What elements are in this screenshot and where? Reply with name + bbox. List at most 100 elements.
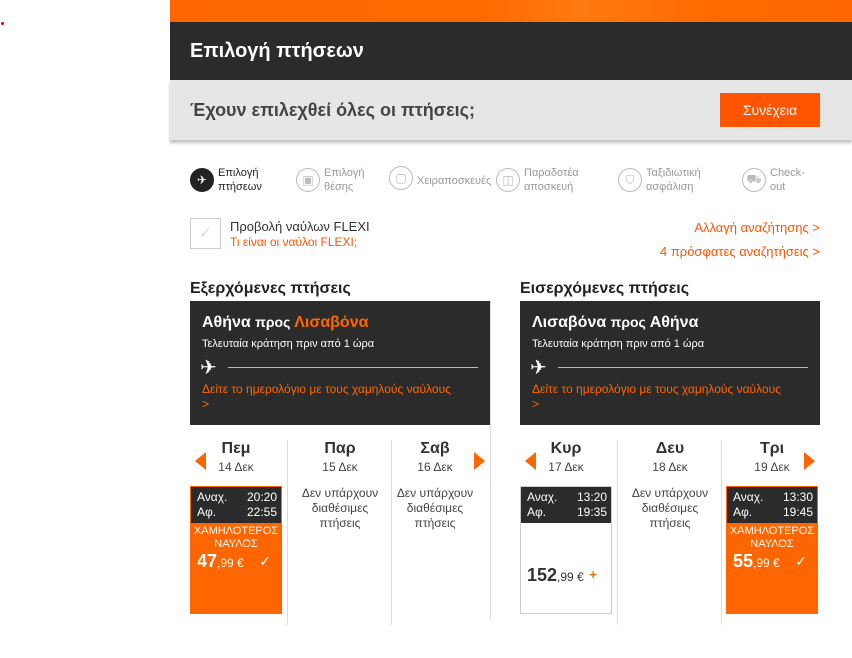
step-label: Check- bbox=[770, 167, 805, 179]
column-divider bbox=[490, 300, 491, 620]
day-date: 16 Δεκ bbox=[417, 460, 453, 474]
calendar-link-text: Δείτε το ημερολόγιο με τους χαμηλούς ναύ… bbox=[202, 382, 451, 396]
step-checkout[interactable]: ⛟ Check-out bbox=[742, 166, 805, 194]
day-date: 15 Δεκ bbox=[322, 460, 358, 474]
outbound-days: Πεμ 14 Δεκ Αναχ. 20:20 Αφ. 22:55 ΧΑΜΗΛΟΤΕΡ… bbox=[190, 440, 490, 625]
day-column: Δευ 18 Δεκ Δεν υπάρχουν διαθέσιμες πτήσε… bbox=[624, 440, 716, 620]
step-label: Επιλογή bbox=[218, 167, 259, 179]
booking-steps: ✈ Επιλογή πτήσεων ▣ Επιλογή θέσης ▢ Χειραπ… bbox=[190, 166, 830, 198]
departure-label: Αναχ. bbox=[197, 490, 228, 504]
bag-icon: ▢ bbox=[389, 166, 413, 190]
day-date: 14 Δεκ bbox=[218, 460, 254, 474]
recent-searches-link[interactable]: 4 πρόσφατες αναζητήσεις > bbox=[660, 244, 820, 259]
route-line bbox=[558, 367, 808, 368]
flight-times: Αναχ. 13:20 Αφ. 19:35 bbox=[521, 487, 611, 523]
day-divider bbox=[287, 440, 288, 625]
step-cabin-bags[interactable]: ▢ Χειραποσκευές bbox=[389, 166, 492, 190]
price-integer: 55 bbox=[733, 551, 754, 571]
flight-card[interactable]: Αναχ. 13:20 Αφ. 19:35 152,99 € + bbox=[520, 486, 612, 614]
page-title: Επιλογή πτήσεων bbox=[190, 40, 364, 62]
confirm-bar: Έχουν επιλεχθεί όλες οι πτήσεις; Συνέχει… bbox=[170, 80, 852, 140]
arrival-label: Αφ. bbox=[197, 505, 217, 519]
low-fare-calendar-link[interactable]: Δείτε το ημερολόγιο με τους χαμηλούς ναύ… bbox=[202, 382, 487, 412]
checkmark-icon: ✓ bbox=[259, 553, 271, 569]
flexi-checkbox[interactable]: ✓ bbox=[190, 218, 221, 249]
seat-icon: ▣ bbox=[296, 168, 320, 192]
arrival-label: Αφ. bbox=[733, 505, 753, 519]
outbound-route-box: Αθήνα προς Λισαβόνα Τελευταία κράτηση πρ… bbox=[190, 301, 490, 425]
step-label: ασφάλιση bbox=[646, 181, 694, 193]
step-label: Χειραποσκευές bbox=[417, 175, 492, 187]
inbound-days: Κυρ 17 Δεκ Αναχ. 13:20 Αφ. 19:35 152,99 € … bbox=[520, 440, 820, 625]
fare-price: 55,99 € bbox=[733, 551, 780, 572]
day-name: Παρ bbox=[324, 440, 356, 457]
price-decimal: ,99 € bbox=[217, 556, 244, 570]
calendar-link-text: Δείτε το ημερολόγιο με τους χαμηλούς ναύ… bbox=[532, 382, 781, 396]
outbound-column: Εξερχόμενες πτήσεις Αθήνα προς Λισαβόνα … bbox=[190, 280, 490, 625]
day-name: Κυρ bbox=[550, 440, 582, 457]
low-fare-calendar-link[interactable]: Δείτε το ημερολόγιο με τους χαμηλούς ναύ… bbox=[532, 382, 817, 412]
step-label: out bbox=[770, 181, 786, 193]
flight-card-selected[interactable]: Αναχ. 20:20 Αφ. 22:55 ΧΑΜΗΛΟΤΕΡΟΣ ΝΑΥΛΟΣ 4… bbox=[190, 486, 282, 614]
outbound-heading: Εξερχόμενες πτήσεις bbox=[190, 280, 351, 297]
last-booking-text: Τελευταία κράτηση πριν από 1 ώρα bbox=[202, 338, 375, 350]
add-fare-icon[interactable]: + bbox=[589, 567, 597, 582]
fare-price: 152,99 € bbox=[527, 565, 584, 586]
day-name: Σαβ bbox=[420, 440, 450, 457]
day-date: 19 Δεκ bbox=[754, 460, 790, 474]
step-label: πτήσεων bbox=[218, 181, 262, 193]
route-title: Αθήνα προς Λισαβόνα bbox=[202, 314, 368, 332]
flight-selection-panel: Επιλογή πτήσεων Έχουν επιλεχθεί όλες οι … bbox=[170, 0, 852, 658]
flight-card-selected[interactable]: Αναχ. 13:30 Αφ. 19:45 ΧΑΜΗΛΟΤΕΡΟΣ ΝΑΥΛΟΣ 5… bbox=[726, 486, 818, 614]
route-title: Λισαβόνα προς Αθήνα bbox=[532, 314, 698, 332]
checkmark-icon: ✓ bbox=[795, 553, 807, 569]
lowest-fare-label: ΧΑΜΗΛΟΤΕΡΟΣ ΝΑΥΛΟΣ bbox=[193, 525, 279, 550]
day-divider bbox=[617, 440, 618, 625]
flexi-label: Προβολή ναύλων FLEXI bbox=[230, 219, 370, 234]
plane-icon: ✈ bbox=[530, 357, 547, 379]
step-flights[interactable]: ✈ Επιλογή πτήσεων bbox=[190, 166, 262, 194]
route-to: προς bbox=[610, 314, 646, 330]
top-banner bbox=[170, 0, 852, 22]
step-label: θέσης bbox=[324, 181, 354, 193]
departure-label: Αναχ. bbox=[733, 490, 764, 504]
page-marker-dot bbox=[1, 22, 4, 25]
step-label: Επιλογή bbox=[324, 167, 365, 179]
title-bar: Επιλογή πτήσεων bbox=[170, 22, 852, 80]
inbound-column: Εισερχόμενες πτήσεις Λισαβόνα προς Αθήνα… bbox=[520, 280, 820, 625]
arrival-time: 22:55 bbox=[246, 505, 277, 519]
day-divider bbox=[721, 440, 722, 625]
no-flights-text: Δεν υπάρχουν διαθέσιμες πτήσεις bbox=[301, 486, 379, 530]
route-to: προς bbox=[255, 314, 291, 330]
step-label: Παραδοτέα bbox=[524, 167, 579, 179]
step-label: Ταξιδιωτική bbox=[646, 167, 701, 179]
no-flights-text: Δεν υπάρχουν διαθέσιμες πτήσεις bbox=[631, 486, 709, 530]
route-destination: Λισαβόνα bbox=[294, 314, 369, 331]
day-column: Κυρ 17 Δεκ Αναχ. 13:20 Αφ. 19:35 152,99 € … bbox=[520, 440, 612, 620]
arrival-label: Αφ. bbox=[527, 505, 547, 519]
continue-button[interactable]: Συνέχεια bbox=[720, 93, 820, 127]
price-decimal: ,99 € bbox=[753, 556, 780, 570]
price-integer: 47 bbox=[197, 551, 218, 571]
day-date: 18 Δεκ bbox=[652, 460, 688, 474]
shield-icon: ⛉ bbox=[618, 168, 642, 192]
flight-times: Αναχ. 20:20 Αφ. 22:55 bbox=[191, 487, 281, 523]
flexi-info-link[interactable]: Τι είναι οι ναύλοι FLEXI; bbox=[230, 235, 430, 249]
day-name: Πεμ bbox=[221, 440, 251, 457]
inbound-route-box: Λισαβόνα προς Αθήνα Τελευταία κράτηση πρ… bbox=[520, 301, 820, 425]
step-seat[interactable]: ▣ Επιλογή θέσης bbox=[296, 166, 364, 194]
day-column: Παρ 15 Δεκ Δεν υπάρχουν διαθέσιμες πτήσε… bbox=[294, 440, 386, 620]
step-label: αποσκευή bbox=[524, 181, 574, 193]
cart-icon: ⛟ bbox=[742, 168, 766, 192]
price-integer: 152 bbox=[527, 565, 558, 585]
step-hold-luggage[interactable]: ◫ Παραδοτέα αποσκευή bbox=[496, 166, 579, 194]
day-column: Τρι 19 Δεκ Αναχ. 13:30 Αφ. 19:45 ΧΑΜΗΛΟΤΕΡ… bbox=[726, 440, 818, 620]
departure-time: 20:20 bbox=[246, 490, 277, 504]
route-origin: Λισαβόνα bbox=[532, 314, 607, 331]
lowest-fare-label: ΧΑΜΗΛΟΤΕΡΟΣ ΝΑΥΛΟΣ bbox=[729, 525, 815, 550]
plane-icon: ✈ bbox=[190, 168, 214, 192]
plane-icon: ✈ bbox=[200, 357, 217, 379]
change-search-link[interactable]: Αλλαγή αναζήτησης > bbox=[694, 220, 820, 235]
arrival-time: 19:45 bbox=[782, 505, 813, 519]
step-insurance[interactable]: ⛉ Ταξιδιωτική ασφάλιση bbox=[618, 166, 701, 194]
